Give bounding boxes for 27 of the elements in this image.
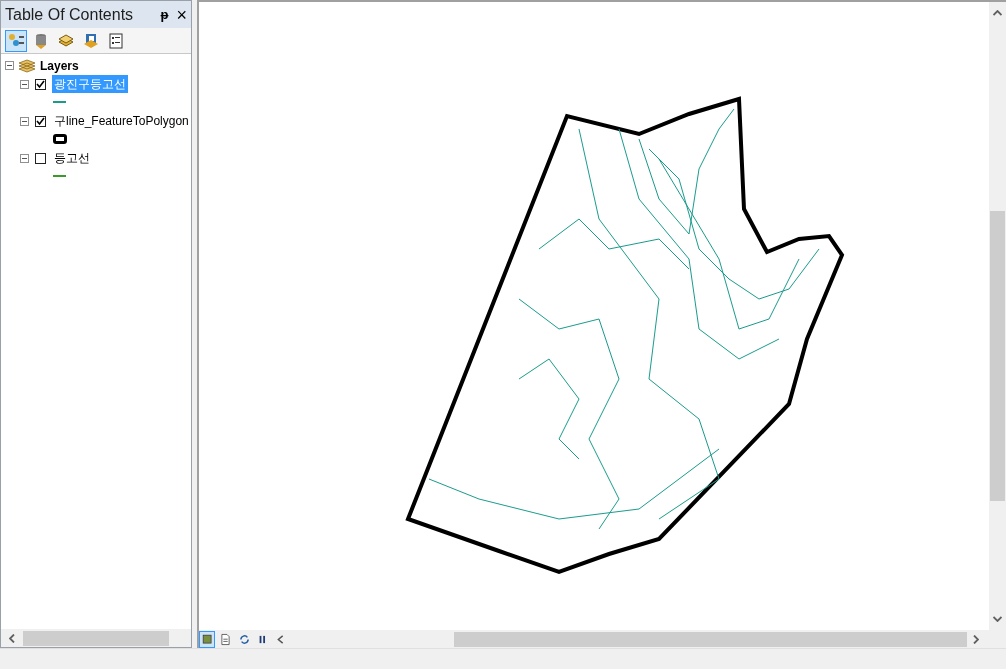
scroll-right-icon[interactable] (973, 634, 979, 644)
layer-checkbox[interactable] (35, 115, 46, 127)
scrollbar-thumb[interactable] (454, 631, 967, 647)
scrollbar-thumb[interactable] (990, 211, 1005, 501)
layer-name[interactable]: 등고선 (52, 149, 92, 167)
layer-select-icon (82, 31, 100, 50)
layers-tree-button[interactable] (5, 29, 27, 52)
scroll-down-icon[interactable] (993, 616, 1002, 622)
page-icon (219, 632, 233, 646)
scroll-up-icon[interactable] (993, 10, 1002, 16)
layer-checkbox[interactable] (35, 78, 46, 90)
data-frame-label[interactable]: Layers (40, 56, 79, 75)
layers-icon (18, 58, 36, 73)
pin-button[interactable]: ᵽ (160, 4, 169, 25)
panel-title: Table Of Contents (5, 4, 135, 25)
collapse-toggle-icon[interactable] (5, 61, 14, 70)
refresh-icon (237, 632, 251, 646)
scrollbar-thumb[interactable] (23, 630, 169, 646)
layer-checkbox[interactable] (35, 152, 46, 164)
list-options-icon (107, 31, 125, 50)
collapse-toggle-icon[interactable] (20, 79, 29, 89)
close-button[interactable]: × (176, 5, 187, 24)
scroll-left-icon[interactable] (9, 633, 15, 643)
horizontal-scrollbar[interactable] (1, 629, 191, 647)
collapse-toggle-icon[interactable] (20, 116, 29, 126)
collapse-toggle-icon[interactable] (20, 153, 29, 163)
layer-name[interactable]: 구line_FeatureToPolygon (52, 112, 191, 130)
